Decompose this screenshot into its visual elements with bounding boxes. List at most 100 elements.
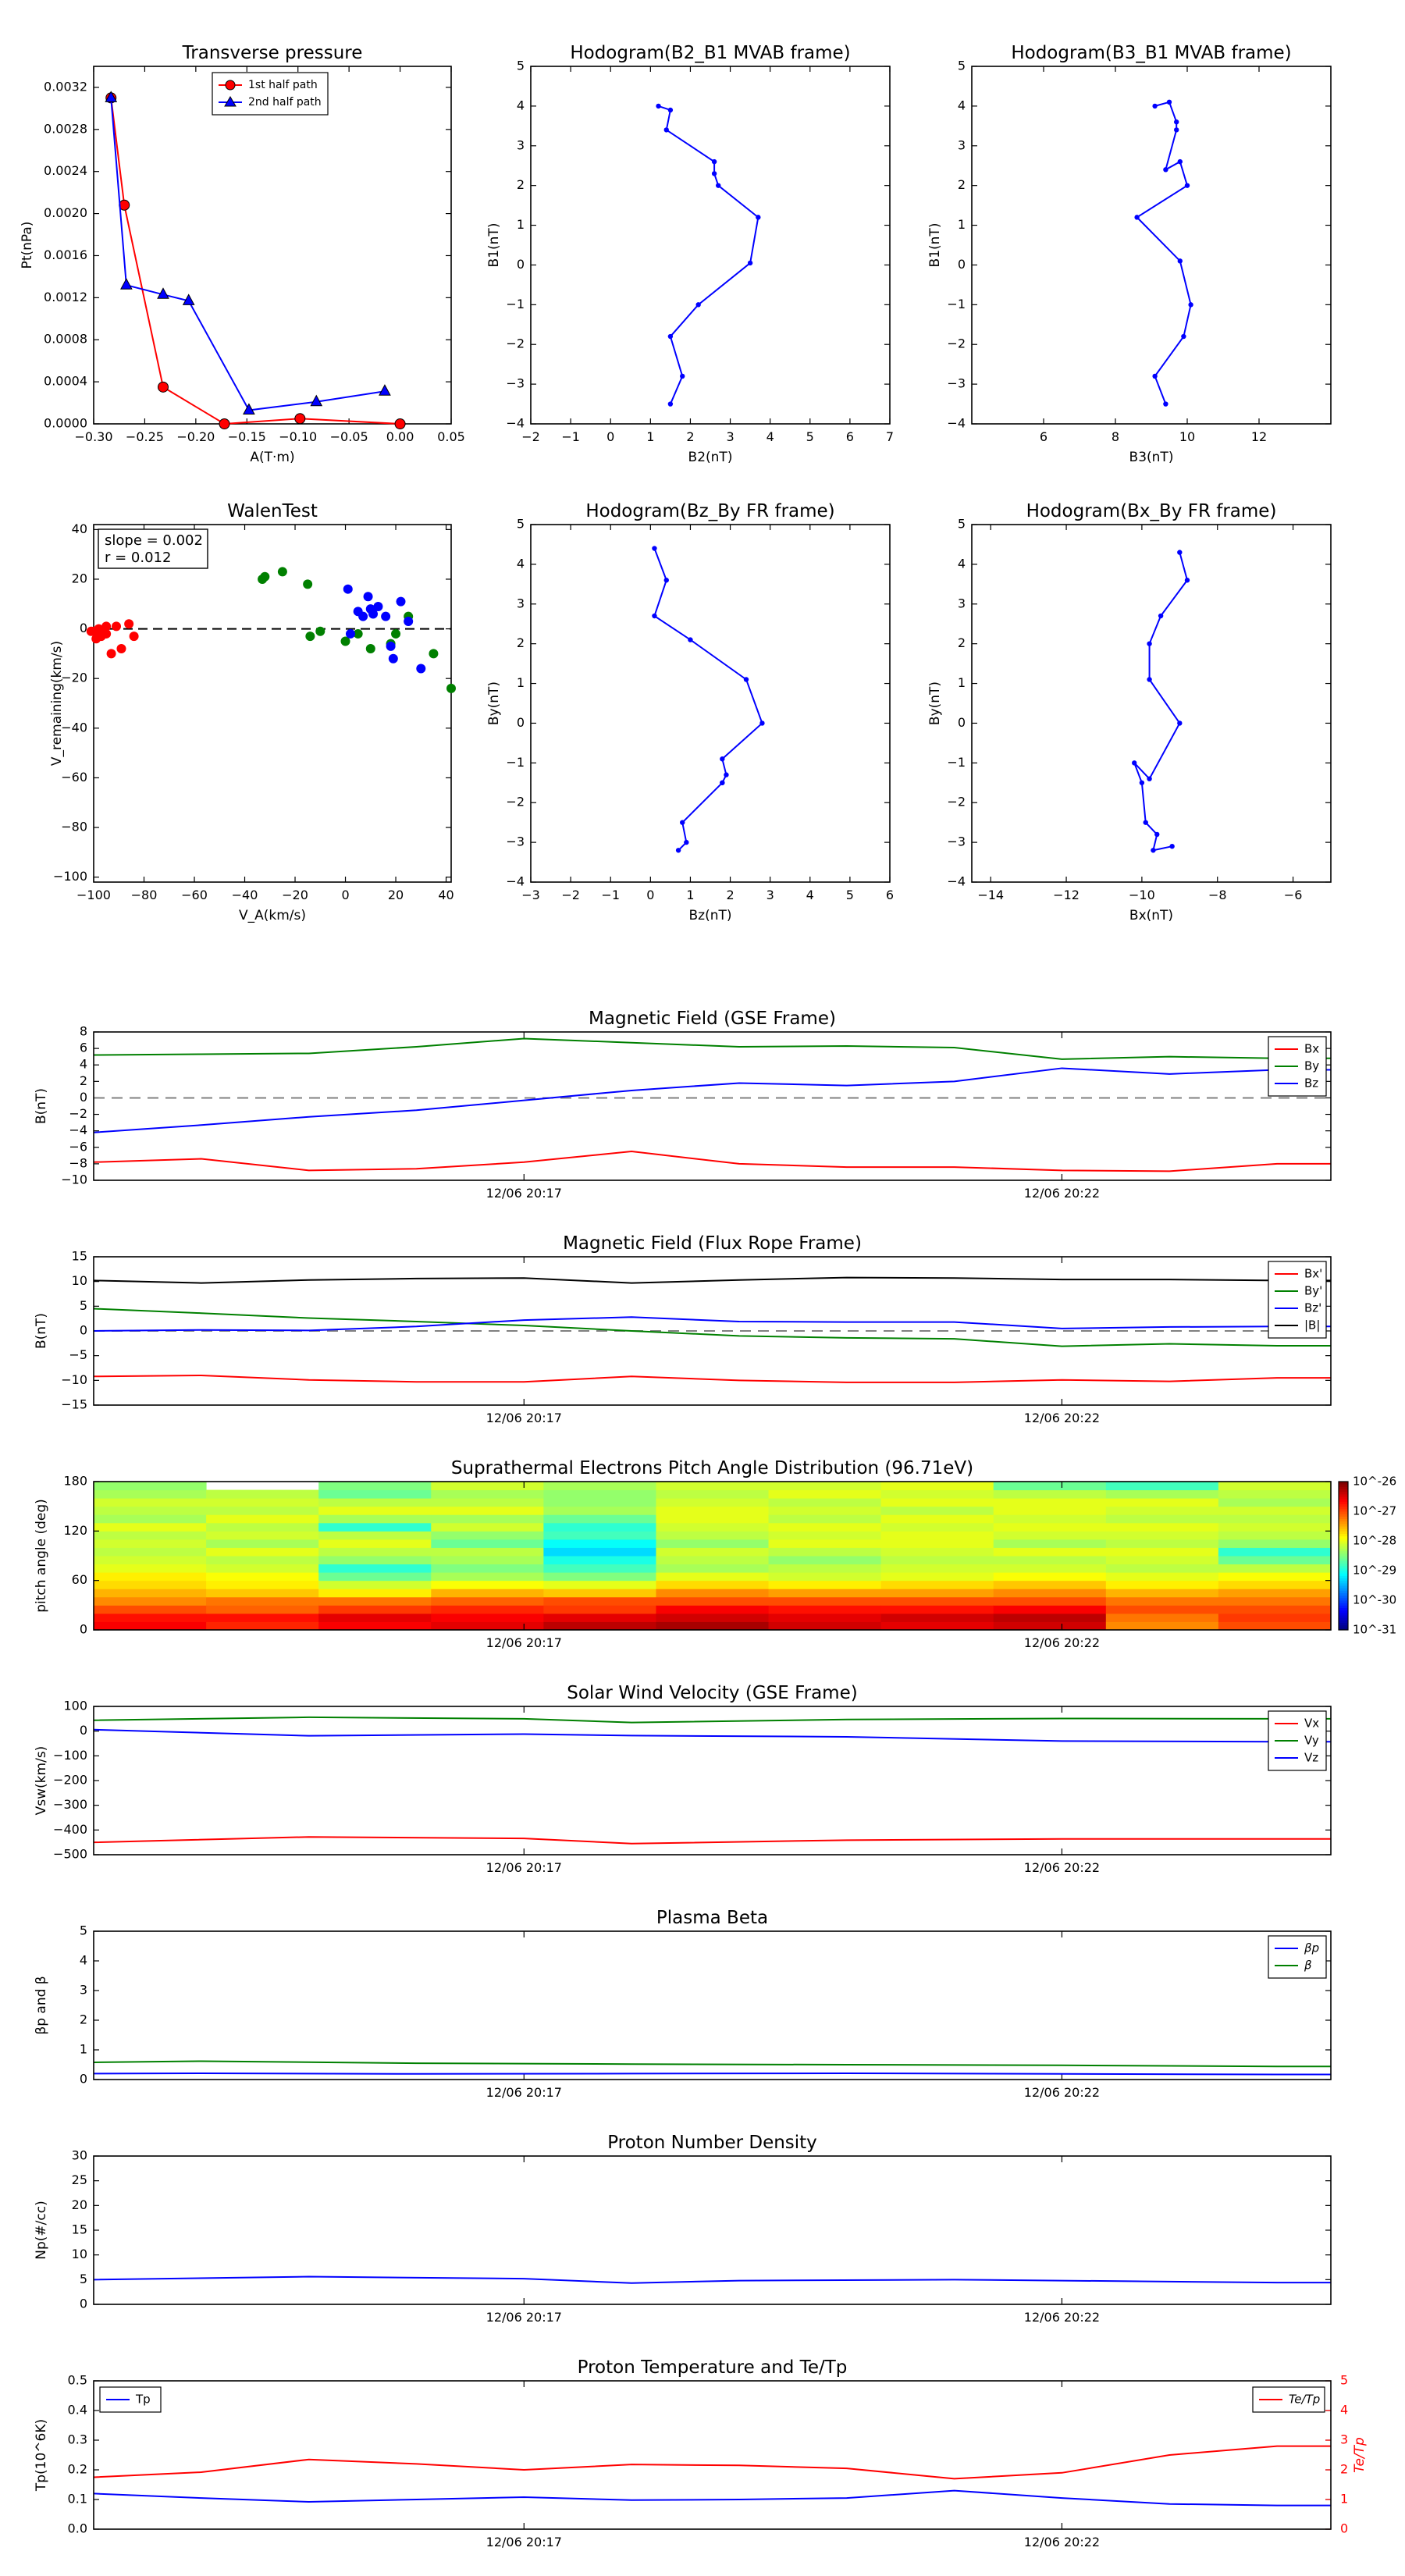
colorbar-tick-label: 10^-29: [1353, 1564, 1396, 1578]
y-tick-label: 25: [72, 2172, 87, 2187]
series-line-0: [94, 2275, 1331, 2284]
y-tick-label: 0: [958, 715, 966, 730]
data-point: [106, 649, 116, 659]
chart-title: Suprathermal Electrons Pitch Angle Distr…: [451, 1458, 973, 1478]
plot-frame: [93, 1706, 1332, 1856]
plot-frame: [93, 1930, 1332, 2080]
y-tick-label: 0.0008: [44, 332, 87, 347]
chart-title: Proton Temperature and Te/Tp: [578, 2357, 848, 2378]
data-point: [1139, 780, 1145, 785]
heat-cell: [543, 1589, 656, 1598]
data-point: [120, 278, 133, 290]
heat-cell: [543, 1613, 656, 1622]
x-tick-label: 1: [646, 429, 654, 444]
heat-cell: [1218, 1613, 1332, 1622]
heat-cell: [880, 1556, 994, 1565]
heat-cell: [431, 1539, 544, 1548]
series-line: [1136, 101, 1192, 404]
plot-frame: [530, 524, 891, 883]
heat-cell: [1218, 1489, 1332, 1499]
heat-cell: [880, 1514, 994, 1524]
y2-tick-label: 5: [1340, 2373, 1348, 2388]
y2-axis-label: Te/Tp: [1352, 2437, 1368, 2473]
x-tick-label: 12/06 20:22: [1024, 2310, 1100, 2325]
heat-cell: [656, 1580, 770, 1589]
y-tick-label: 0: [80, 1723, 87, 1738]
data-point: [1177, 258, 1183, 264]
heat-cell: [880, 1482, 994, 1491]
chart-sw: Solar Wind Velocity (GSE Frame) Vsw(km/s)…: [34, 1683, 1332, 1875]
colorbar-step: [1339, 1521, 1348, 1525]
data-point: [315, 626, 325, 636]
plot-frame: [93, 524, 452, 883]
data-point: [112, 621, 122, 632]
heat-cell: [1105, 1506, 1219, 1515]
heat-cell: [543, 1596, 656, 1606]
y-tick-label: 0: [517, 257, 525, 272]
heat-cell: [1218, 1564, 1332, 1573]
colorbar-step: [1339, 1501, 1348, 1504]
y-tick-label: 6: [80, 1041, 87, 1055]
series-line-Bx: [94, 1151, 1331, 1172]
heat-cell: [656, 1531, 770, 1540]
series-line-Tp: [94, 2489, 1331, 2507]
chart-title: Plasma Beta: [656, 1908, 768, 1928]
colorbar-step: [1339, 1597, 1348, 1601]
x-tick-label: −20: [282, 888, 308, 902]
y-tick-label: 2: [80, 2012, 87, 2027]
y-tick-label: −2: [506, 795, 525, 809]
heat-cell: [94, 1482, 207, 1491]
legend-label: Te/Tp: [1289, 2393, 1320, 2407]
data-point: [652, 546, 657, 551]
heat-cell: [1218, 1556, 1332, 1565]
colorbar-step: [1339, 1528, 1348, 1532]
heat-cell: [206, 1621, 319, 1631]
heat-cell: [206, 1547, 319, 1557]
data-point: [129, 632, 139, 642]
y-tick-label: 0: [80, 2297, 87, 2311]
data-point: [1174, 119, 1179, 125]
colorbar-step: [1339, 1511, 1348, 1514]
y-tick-label: 0.0004: [44, 374, 87, 389]
x-tick-label: −12: [1053, 888, 1080, 902]
y-tick-label: 1: [517, 675, 525, 690]
colorbar-tick-label: 10^-26: [1353, 1475, 1396, 1489]
heat-cell: [318, 1596, 432, 1606]
y-tick-label: −4: [506, 874, 525, 889]
colorbar-step: [1339, 1592, 1348, 1596]
heat-cell: [880, 1539, 994, 1548]
heat-cell: [993, 1564, 1107, 1573]
colorbar-step: [1339, 1607, 1348, 1611]
heat-cell: [880, 1564, 994, 1573]
heat-cell: [94, 1580, 207, 1589]
y-tick-label: −1: [506, 755, 525, 770]
y-tick-label: −6: [69, 1139, 87, 1154]
x-tick-label: −2: [521, 429, 540, 444]
y-tick-label: 0.0032: [44, 79, 87, 94]
heat-cell: [206, 1489, 319, 1499]
y-axis-label: V_remaining(km/s): [49, 641, 65, 766]
y-tick-label: 1: [80, 2042, 87, 2057]
y-axis-label: Vsw(km/s): [34, 1746, 49, 1816]
y-tick-label: 0.3: [68, 2432, 87, 2447]
data-point: [711, 171, 717, 176]
x-tick-label: 12/06 20:17: [486, 1860, 562, 1875]
data-point: [381, 611, 391, 621]
colorbar-step: [1339, 1563, 1348, 1567]
heat-cell: [318, 1589, 432, 1598]
data-point: [343, 584, 353, 594]
heat-cell: [768, 1506, 882, 1515]
y-tick-label: −8: [69, 1155, 87, 1170]
colorbar-step: [1339, 1571, 1348, 1574]
heat-cell: [431, 1572, 544, 1582]
heat-cell: [1218, 1506, 1332, 1515]
y-tick-label: −60: [61, 770, 87, 785]
y-tick-label: 2: [958, 177, 966, 192]
colorbar-step: [1339, 1580, 1348, 1584]
heat-cell: [1105, 1572, 1219, 1582]
legend-label: Tp: [135, 2393, 151, 2407]
data-point: [1184, 183, 1190, 188]
data-point: [260, 571, 270, 582]
y2-tick-label: 1: [1340, 2492, 1348, 2507]
y-tick-label: 4: [958, 98, 966, 112]
